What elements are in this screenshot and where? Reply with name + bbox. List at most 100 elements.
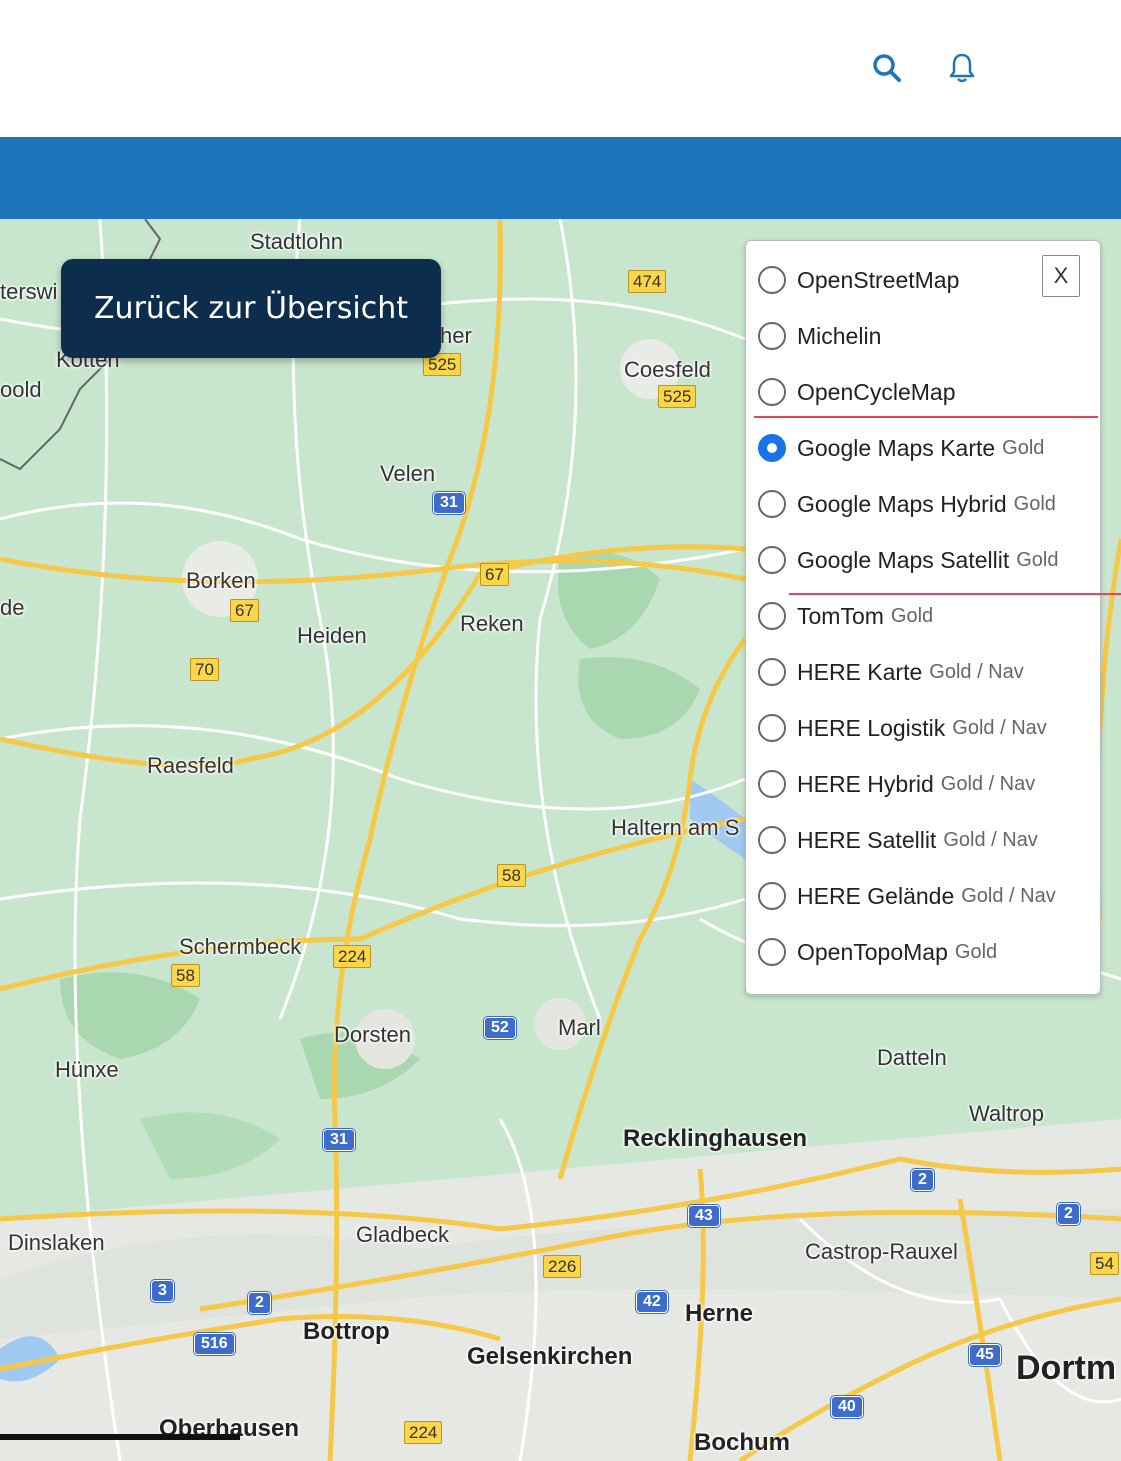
road-shield: 45 [969, 1344, 1001, 1366]
layer-option-label: Google Maps Satellit [797, 546, 1010, 573]
place-label: Reken [460, 611, 524, 636]
back-to-overview-button[interactable]: Zurück zur Übersicht [61, 259, 441, 358]
layer-option[interactable]: HERE Hybrid Gold / Nav [758, 766, 1035, 802]
road-shield: 2 [911, 1169, 934, 1191]
radio-button[interactable] [758, 602, 786, 630]
layer-option[interactable]: OpenCycleMap [758, 374, 956, 410]
radio-button[interactable] [758, 322, 786, 350]
road-shield: 42 [636, 1291, 668, 1313]
layer-option-label: OpenTopoMap [797, 938, 948, 965]
layer-option-label: HERE Satellit [797, 826, 937, 853]
layer-option[interactable]: OpenTopoMap Gold [758, 934, 997, 970]
radio-button[interactable] [758, 714, 786, 742]
radio-button[interactable] [758, 826, 786, 854]
layer-option[interactable]: Google Maps Hybrid Gold [758, 486, 1056, 522]
place-label: Dinslaken [8, 1230, 105, 1255]
layer-option-label: OpenCycleMap [797, 378, 956, 405]
road-shield: 516 [194, 1333, 235, 1355]
radio-button[interactable] [758, 490, 786, 518]
place-label: Recklinghausen [623, 1125, 808, 1152]
road-shield: 474 [628, 270, 667, 293]
layer-option[interactable]: HERE Logistik Gold / Nav [758, 710, 1047, 746]
road-shield: 70 [190, 658, 219, 681]
road-shield: 525 [658, 385, 697, 408]
place-label: Bottrop [303, 1318, 390, 1345]
layer-option[interactable]: HERE Karte Gold / Nav [758, 654, 1024, 690]
top-header [0, 0, 1121, 137]
place-label: Raesfeld [147, 753, 234, 778]
layer-option-label: HERE Logistik [797, 714, 946, 741]
road-shield: 224 [333, 945, 372, 968]
road-shield: 226 [543, 1255, 582, 1278]
place-label: Coesfeld [624, 357, 711, 382]
layer-option-label: HERE Gelände [797, 882, 955, 909]
place-label: Velen [380, 461, 436, 486]
layer-option-tier: Gold [1013, 492, 1056, 515]
layer-option-label: Michelin [797, 322, 882, 349]
close-button[interactable]: X [1042, 255, 1080, 297]
layer-option[interactable]: TomTom Gold [758, 598, 933, 634]
road-shield: 2 [248, 1292, 271, 1314]
place-label: Datteln [877, 1045, 947, 1070]
scale-bar [0, 1434, 240, 1440]
map-layer-panel: X OpenStreetMap Michelin OpenCycleMap Googl… [745, 240, 1121, 995]
radio-button[interactable] [758, 938, 786, 966]
layer-option[interactable]: Google Maps Satellit Gold [758, 542, 1058, 578]
road-shield: 58 [171, 964, 200, 987]
radio-button[interactable] [758, 882, 786, 910]
layer-option-label: OpenStreetMap [797, 266, 960, 293]
layer-option-tier: Gold [890, 604, 934, 627]
layer-option[interactable]: HERE Satellit Gold / Nav [758, 822, 1038, 858]
place-label: Herne [685, 1300, 754, 1327]
user-avatar[interactable] [1020, 40, 1090, 100]
layer-option[interactable]: OpenStreetMap [758, 262, 959, 298]
place-label: Schermbeck [179, 934, 302, 959]
layer-option-tier: Gold / Nav [940, 772, 1036, 795]
radio-button[interactable] [758, 434, 786, 462]
place-label: Marl [558, 1015, 601, 1040]
road-shield: 224 [404, 1421, 443, 1444]
place-label: Dorsten [334, 1022, 412, 1047]
place-label: Hünxe [55, 1057, 119, 1082]
road-shield: 52 [484, 1017, 516, 1039]
notifications-button[interactable] [942, 48, 982, 88]
layer-option-label: HERE Hybrid [797, 770, 934, 797]
layer-option[interactable]: HERE Gelände Gold / Nav [758, 878, 1056, 914]
road-shield: 2 [1057, 1203, 1080, 1225]
road-shield: 54 [1090, 1252, 1119, 1275]
place-label: Waltrop [969, 1101, 1044, 1126]
road-shield: 67 [230, 599, 259, 622]
road-shield: 31 [433, 492, 465, 514]
layer-option-label: Google Maps Karte [797, 434, 996, 461]
layer-option-tier: Gold / Nav [952, 716, 1047, 739]
radio-button[interactable] [758, 266, 786, 294]
layer-option[interactable]: Google Maps Karte Gold [758, 430, 1044, 466]
bell-icon [949, 53, 975, 83]
radio-button[interactable] [758, 546, 786, 574]
place-label: Gelsenkirchen [467, 1343, 633, 1370]
place-label: Bochum [694, 1429, 790, 1456]
radio-button[interactable] [758, 658, 786, 686]
layer-option-label: TomTom [797, 602, 884, 629]
annotation-line [789, 593, 1121, 595]
annotation-line [754, 416, 1098, 418]
place-label: Gladbeck [356, 1222, 449, 1247]
layer-option-label: Google Maps Hybrid [797, 490, 1007, 517]
road-shield: 31 [323, 1129, 355, 1151]
road-shield: 43 [688, 1205, 720, 1227]
radio-button[interactable] [758, 770, 786, 798]
layer-option-tier: Gold / Nav [961, 884, 1056, 907]
place-label: de [0, 595, 25, 620]
radio-button[interactable] [758, 378, 786, 406]
layer-option-tier: Gold / Nav [943, 828, 1038, 851]
layer-option-tier: Gold / Nav [929, 660, 1024, 683]
layer-option[interactable]: Michelin [758, 318, 881, 354]
search-button[interactable] [867, 48, 907, 88]
place-label: Haltern am S [611, 815, 740, 840]
title-bar [0, 137, 1121, 219]
layer-option-tier: Gold [1002, 436, 1045, 459]
layer-option-label: HERE Karte [797, 658, 923, 685]
place-label: her [440, 323, 472, 348]
place-label: Borken [186, 568, 256, 593]
road-shield: 58 [497, 864, 526, 887]
